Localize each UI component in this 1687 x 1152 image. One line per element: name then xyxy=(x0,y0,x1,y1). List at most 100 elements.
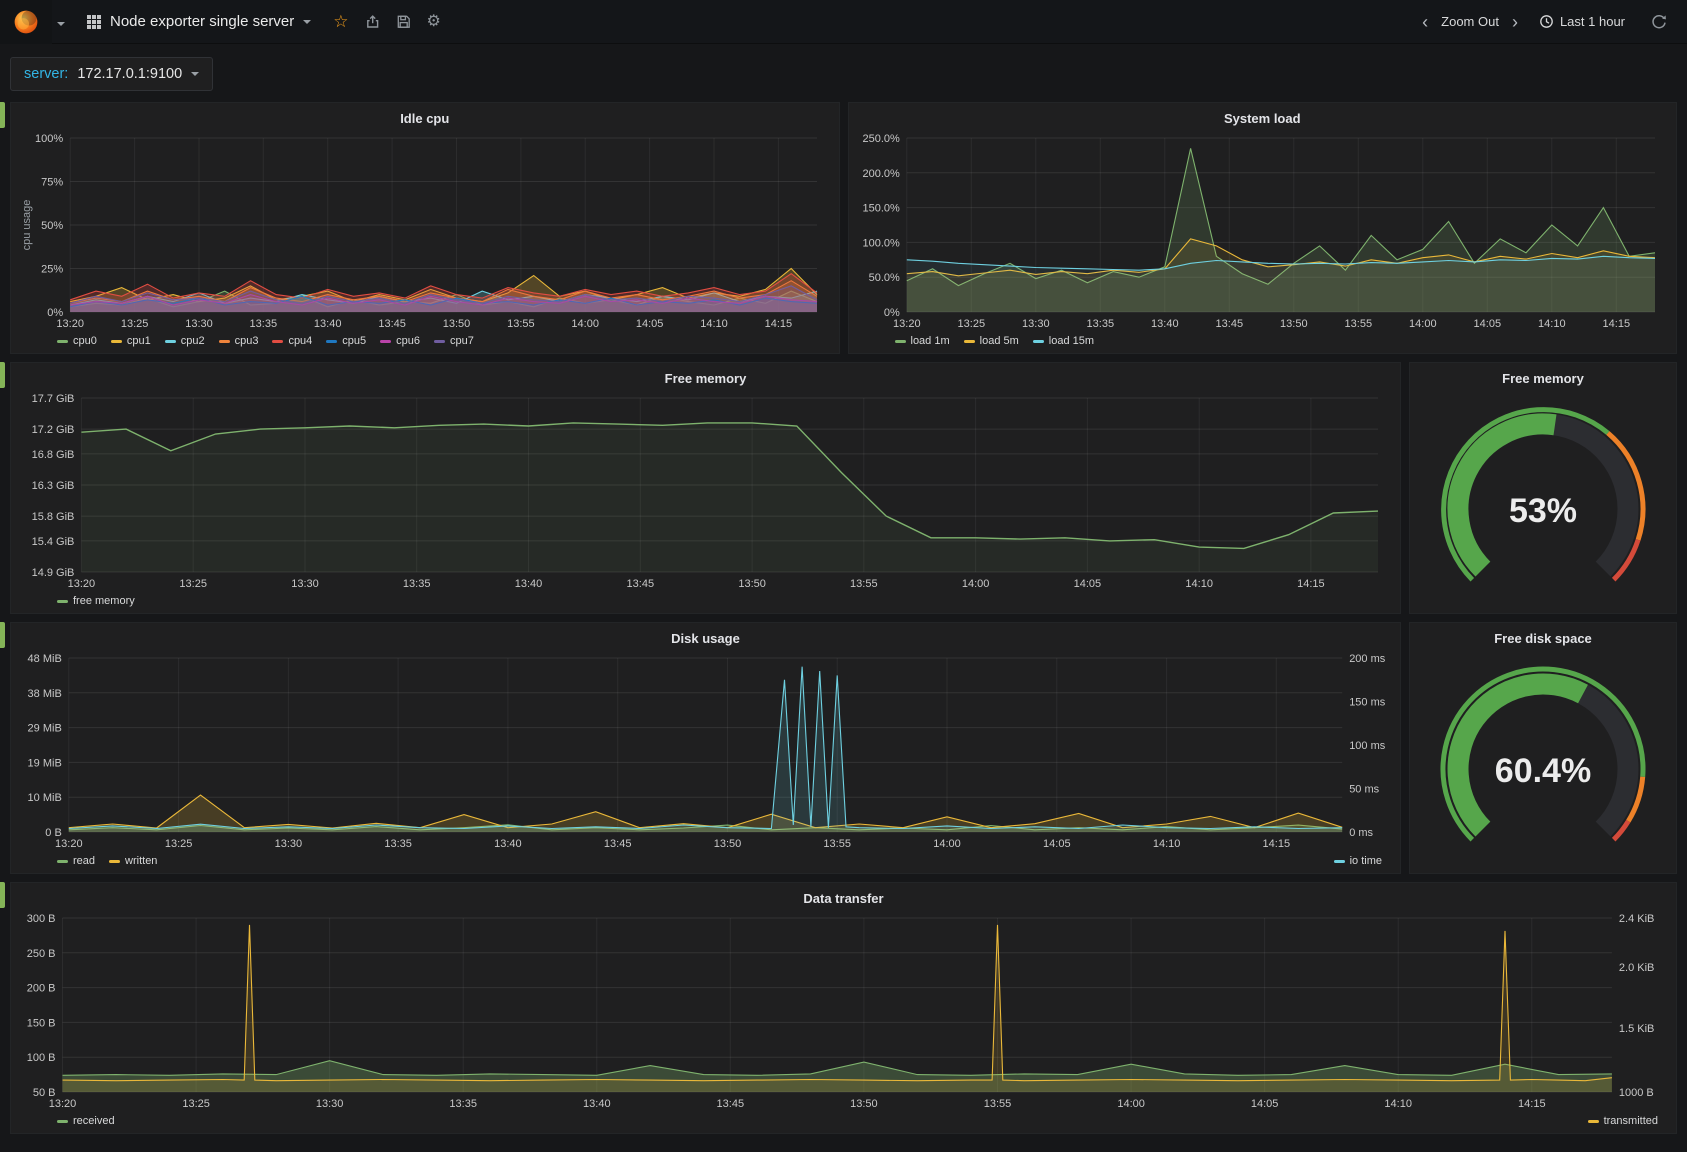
panel-title[interactable]: System load xyxy=(857,106,1669,128)
dashboard-grid: Idle cpu 13:20 13:25 13:30 13:35 13:40 13:45 1… xyxy=(0,102,1687,1134)
series-color-icon xyxy=(1333,859,1345,863)
free-memory-gauge[interactable]: 53% xyxy=(1418,388,1668,610)
row-collapse-toggle[interactable] xyxy=(0,102,5,128)
svg-text:13:25: 13:25 xyxy=(165,838,193,850)
series-color-icon xyxy=(434,339,446,343)
svg-text:13:40: 13:40 xyxy=(583,1098,611,1110)
refresh-dashboard-button[interactable] xyxy=(1647,14,1671,30)
svg-text:200.0%: 200.0% xyxy=(862,168,900,180)
svg-text:13:25: 13:25 xyxy=(121,318,149,330)
row-collapse-toggle[interactable] xyxy=(0,622,5,648)
svg-text:13:25: 13:25 xyxy=(179,578,207,590)
navbar: Node exporter single server ☆ ⚙ ‹ Zoom O… xyxy=(0,0,1687,44)
svg-text:2.0 KiB: 2.0 KiB xyxy=(1619,962,1654,974)
svg-text:29 MiB: 29 MiB xyxy=(28,723,62,735)
save-dashboard-button[interactable] xyxy=(388,10,419,33)
dashboard-selector[interactable]: Node exporter single server xyxy=(73,0,325,43)
svg-text:19 MiB: 19 MiB xyxy=(28,757,62,769)
series-color-icon xyxy=(1032,339,1044,343)
svg-text:14:10: 14:10 xyxy=(1185,578,1213,590)
svg-text:13:50: 13:50 xyxy=(738,578,766,590)
legend-item-load-1m[interactable]: load 1m xyxy=(894,335,950,347)
panel-title[interactable]: Data transfer xyxy=(19,886,1668,908)
svg-text:14:15: 14:15 xyxy=(1518,1098,1546,1110)
series-color-icon xyxy=(57,1119,68,1123)
svg-text:13:40: 13:40 xyxy=(314,318,342,330)
grafana-flame-icon xyxy=(14,10,38,33)
share-dashboard-button[interactable] xyxy=(357,10,388,33)
series-color-icon xyxy=(57,859,68,863)
svg-text:53%: 53% xyxy=(1509,492,1577,530)
row-collapse-toggle[interactable] xyxy=(0,362,5,388)
svg-text:13:25: 13:25 xyxy=(182,1098,210,1110)
time-shift-back-button[interactable]: ‹ xyxy=(1415,13,1435,31)
svg-text:14:15: 14:15 xyxy=(1263,838,1291,850)
legend-item-written[interactable]: written xyxy=(109,855,157,867)
svg-text:1.5 KiB: 1.5 KiB xyxy=(1619,1023,1654,1035)
legend-item-cpu0[interactable]: cpu0 xyxy=(57,335,97,347)
legend-item-io-time[interactable]: io time xyxy=(1333,855,1382,867)
panel-title[interactable]: Idle cpu xyxy=(19,106,831,128)
time-shift-forward-button[interactable]: › xyxy=(1505,13,1525,31)
svg-text:100.0%: 100.0% xyxy=(862,237,900,249)
time-range-picker[interactable]: Last 1 hour xyxy=(1529,14,1635,29)
chevron-left-icon: ‹ xyxy=(1422,11,1429,32)
legend-item-cpu5[interactable]: cpu5 xyxy=(326,335,366,347)
legend-item-free-memory[interactable]: free memory xyxy=(57,595,135,607)
dashboard-caret-icon xyxy=(303,19,312,24)
panel-title[interactable]: Free memory xyxy=(19,366,1392,388)
svg-text:15.8 GiB: 15.8 GiB xyxy=(32,511,75,523)
svg-text:13:20: 13:20 xyxy=(56,318,84,330)
system-load-chart[interactable]: 13:20 13:25 13:30 13:35 13:40 13:45 13:50 13:55… xyxy=(857,128,1669,332)
series-color-icon xyxy=(380,339,392,343)
svg-text:0 B: 0 B xyxy=(45,827,62,839)
dashboard-grid-icon xyxy=(87,14,101,29)
legend-item-read[interactable]: read xyxy=(57,855,95,867)
svg-text:14:05: 14:05 xyxy=(1074,578,1102,590)
dashboard-settings-button[interactable]: ⚙ xyxy=(419,10,449,34)
zoom-out-button[interactable]: Zoom Out xyxy=(1439,14,1501,29)
legend-item-cpu1[interactable]: cpu1 xyxy=(110,335,151,347)
panel-title[interactable]: Free disk space xyxy=(1418,626,1668,648)
legend-item-received[interactable]: received xyxy=(57,1115,115,1127)
svg-text:16.3 GiB: 16.3 GiB xyxy=(32,480,75,492)
grafana-logo[interactable] xyxy=(0,0,52,44)
server-variable-dropdown[interactable]: server: 172.17.0.1:9100 xyxy=(10,57,214,91)
svg-text:13:35: 13:35 xyxy=(1086,318,1114,330)
series-color-icon xyxy=(164,339,176,343)
legend-item-cpu4[interactable]: cpu4 xyxy=(272,335,312,347)
legend-item-load-5m[interactable]: load 5m xyxy=(963,335,1019,347)
legend-item-cpu7[interactable]: cpu7 xyxy=(434,335,474,347)
svg-text:250 B: 250 B xyxy=(27,948,56,960)
free-disk-space-gauge[interactable]: 60.4% xyxy=(1418,648,1668,870)
panel-title[interactable]: Disk usage xyxy=(19,626,1392,648)
main-menu-caret-icon[interactable] xyxy=(55,9,67,35)
panel-free-disk-gauge: Free disk space 60.4% xyxy=(1409,622,1677,874)
star-icon: ☆ xyxy=(333,12,349,31)
svg-text:14:00: 14:00 xyxy=(933,838,961,850)
svg-text:14:00: 14:00 xyxy=(1409,318,1437,330)
row-cpu-load: Idle cpu 13:20 13:25 13:30 13:35 13:40 13:45 1… xyxy=(0,102,1677,354)
panel-title[interactable]: Free memory xyxy=(1418,366,1668,388)
legend-item-transmitted[interactable]: transmitted xyxy=(1587,1115,1658,1127)
star-dashboard-button[interactable]: ☆ xyxy=(325,9,356,34)
legend-item-cpu6[interactable]: cpu6 xyxy=(380,335,420,347)
row-disk: Disk usage 13:20 13:25 13:30 13:35 13:40 13:4… xyxy=(0,622,1677,874)
disk-usage-chart[interactable]: 13:20 13:25 13:30 13:35 13:40 13:45 13:50 13:55… xyxy=(19,648,1392,852)
panel-idle-cpu: Idle cpu 13:20 13:25 13:30 13:35 13:40 13:45 1… xyxy=(10,102,840,354)
idle-cpu-chart[interactable]: 13:20 13:25 13:30 13:35 13:40 13:45 13:50 13:55… xyxy=(19,128,831,332)
svg-text:13:25: 13:25 xyxy=(957,318,985,330)
idle-cpu-legend: cpu0 cpu1 cpu2 cpu3 cpu4 cpu5 cpu6 cpu7 xyxy=(19,332,831,350)
svg-text:200 ms: 200 ms xyxy=(1349,653,1386,665)
legend-item-cpu2[interactable]: cpu2 xyxy=(164,335,205,347)
data-transfer-chart[interactable]: 13:20 13:25 13:30 13:35 13:40 13:45 13:50 13:55… xyxy=(19,908,1668,1112)
legend-item-cpu3[interactable]: cpu3 xyxy=(218,335,258,347)
svg-text:14:00: 14:00 xyxy=(962,578,990,590)
series-color-icon xyxy=(57,339,68,343)
legend-item-load-15m[interactable]: load 15m xyxy=(1032,335,1094,347)
row-collapse-toggle[interactable] xyxy=(0,882,5,908)
free-memory-chart[interactable]: 13:20 13:25 13:30 13:35 13:40 13:45 13:50 13:55… xyxy=(19,388,1392,592)
svg-text:14:10: 14:10 xyxy=(700,318,728,330)
variable-caret-icon xyxy=(191,72,200,76)
svg-text:16.8 GiB: 16.8 GiB xyxy=(32,449,75,461)
